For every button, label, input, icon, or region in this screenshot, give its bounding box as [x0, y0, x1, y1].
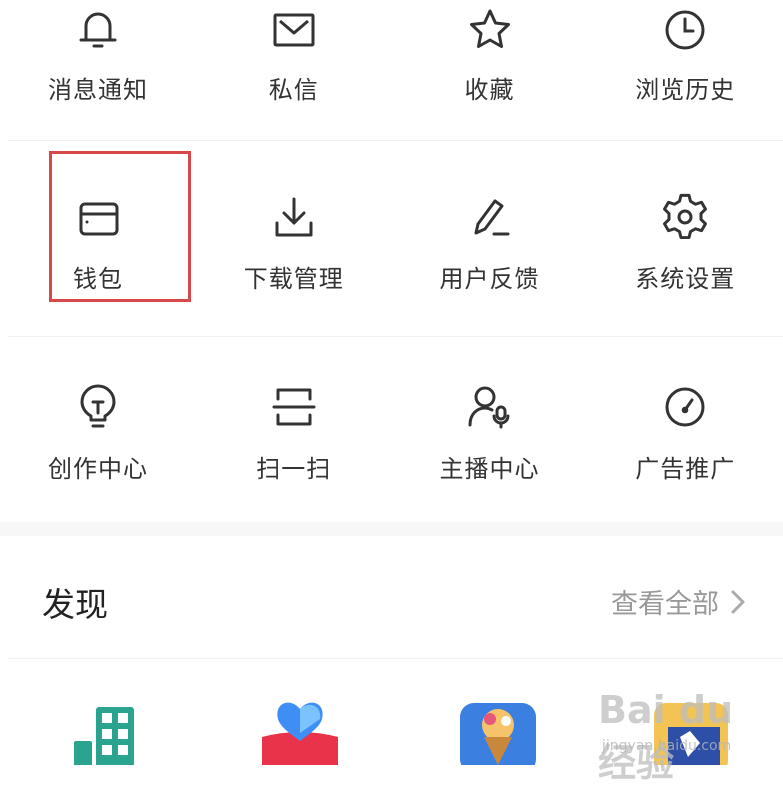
- star-icon: [466, 6, 514, 54]
- feedback-item[interactable]: 用户反馈: [392, 141, 588, 331]
- creator-center-item[interactable]: 创作中心: [0, 337, 196, 520]
- anchor-center-label: 主播中心: [439, 455, 540, 483]
- discover-title: 发现: [42, 585, 108, 624]
- discover-app-buildings[interactable]: [68, 697, 148, 765]
- envelope-icon: [270, 6, 318, 54]
- gauge-icon: [661, 383, 709, 431]
- chevron-right-icon: [731, 590, 745, 613]
- creator-center-label: 创作中心: [48, 455, 148, 483]
- anchor-center-item[interactable]: 主播中心: [392, 337, 588, 520]
- heart-app-icon: [262, 702, 338, 765]
- pen-icon: [466, 193, 514, 241]
- anchor-user-icon: [466, 383, 514, 431]
- settings-label: 系统设置: [635, 265, 736, 293]
- section-gap: [0, 522, 783, 536]
- download-icon: [270, 193, 318, 241]
- history-label: 浏览历史: [635, 76, 736, 104]
- baidu-jingyan-watermark: Bai du 经验 jingyan.baidu.com: [598, 688, 783, 785]
- discover-app-heart[interactable]: [260, 697, 340, 765]
- wallet-highlight-box: [49, 151, 191, 302]
- lightbulb-icon: [74, 383, 122, 431]
- watermark-url: jingyan.baidu.com: [602, 738, 732, 754]
- ad-promotion-label: 广告推广: [635, 455, 736, 483]
- menu-row-1: 消息通知 私信 收藏 浏览历史: [0, 0, 783, 140]
- messages-label: 私信: [268, 76, 319, 104]
- discover-app-game[interactable]: [458, 697, 538, 765]
- favorites-label: 收藏: [464, 76, 515, 104]
- favorites-item[interactable]: 收藏: [392, 0, 588, 140]
- divider: [8, 658, 783, 659]
- messages-item[interactable]: 私信: [196, 0, 392, 140]
- scan-label: 扫一扫: [256, 455, 332, 483]
- game-app-icon: [460, 703, 536, 765]
- downloads-item[interactable]: 下载管理: [196, 141, 392, 331]
- feedback-label: 用户反馈: [439, 265, 540, 293]
- clock-icon: [661, 6, 709, 54]
- see-all-label: 查看全部: [611, 589, 719, 620]
- notifications-item[interactable]: 消息通知: [0, 0, 196, 140]
- bell-icon: [74, 6, 122, 54]
- menu-row-3: 创作中心 扫一扫 主播中心 广告推广: [0, 337, 783, 520]
- history-item[interactable]: 浏览历史: [587, 0, 783, 140]
- settings-item[interactable]: 系统设置: [587, 141, 783, 331]
- gear-icon: [661, 193, 709, 241]
- scan-item[interactable]: 扫一扫: [196, 337, 392, 520]
- ad-promotion-item[interactable]: 广告推广: [587, 337, 783, 520]
- scan-icon: [270, 383, 318, 431]
- buildings-icon: [74, 707, 134, 765]
- notifications-label: 消息通知: [48, 76, 148, 104]
- downloads-label: 下载管理: [243, 265, 344, 293]
- see-all-link[interactable]: 查看全部: [611, 582, 747, 621]
